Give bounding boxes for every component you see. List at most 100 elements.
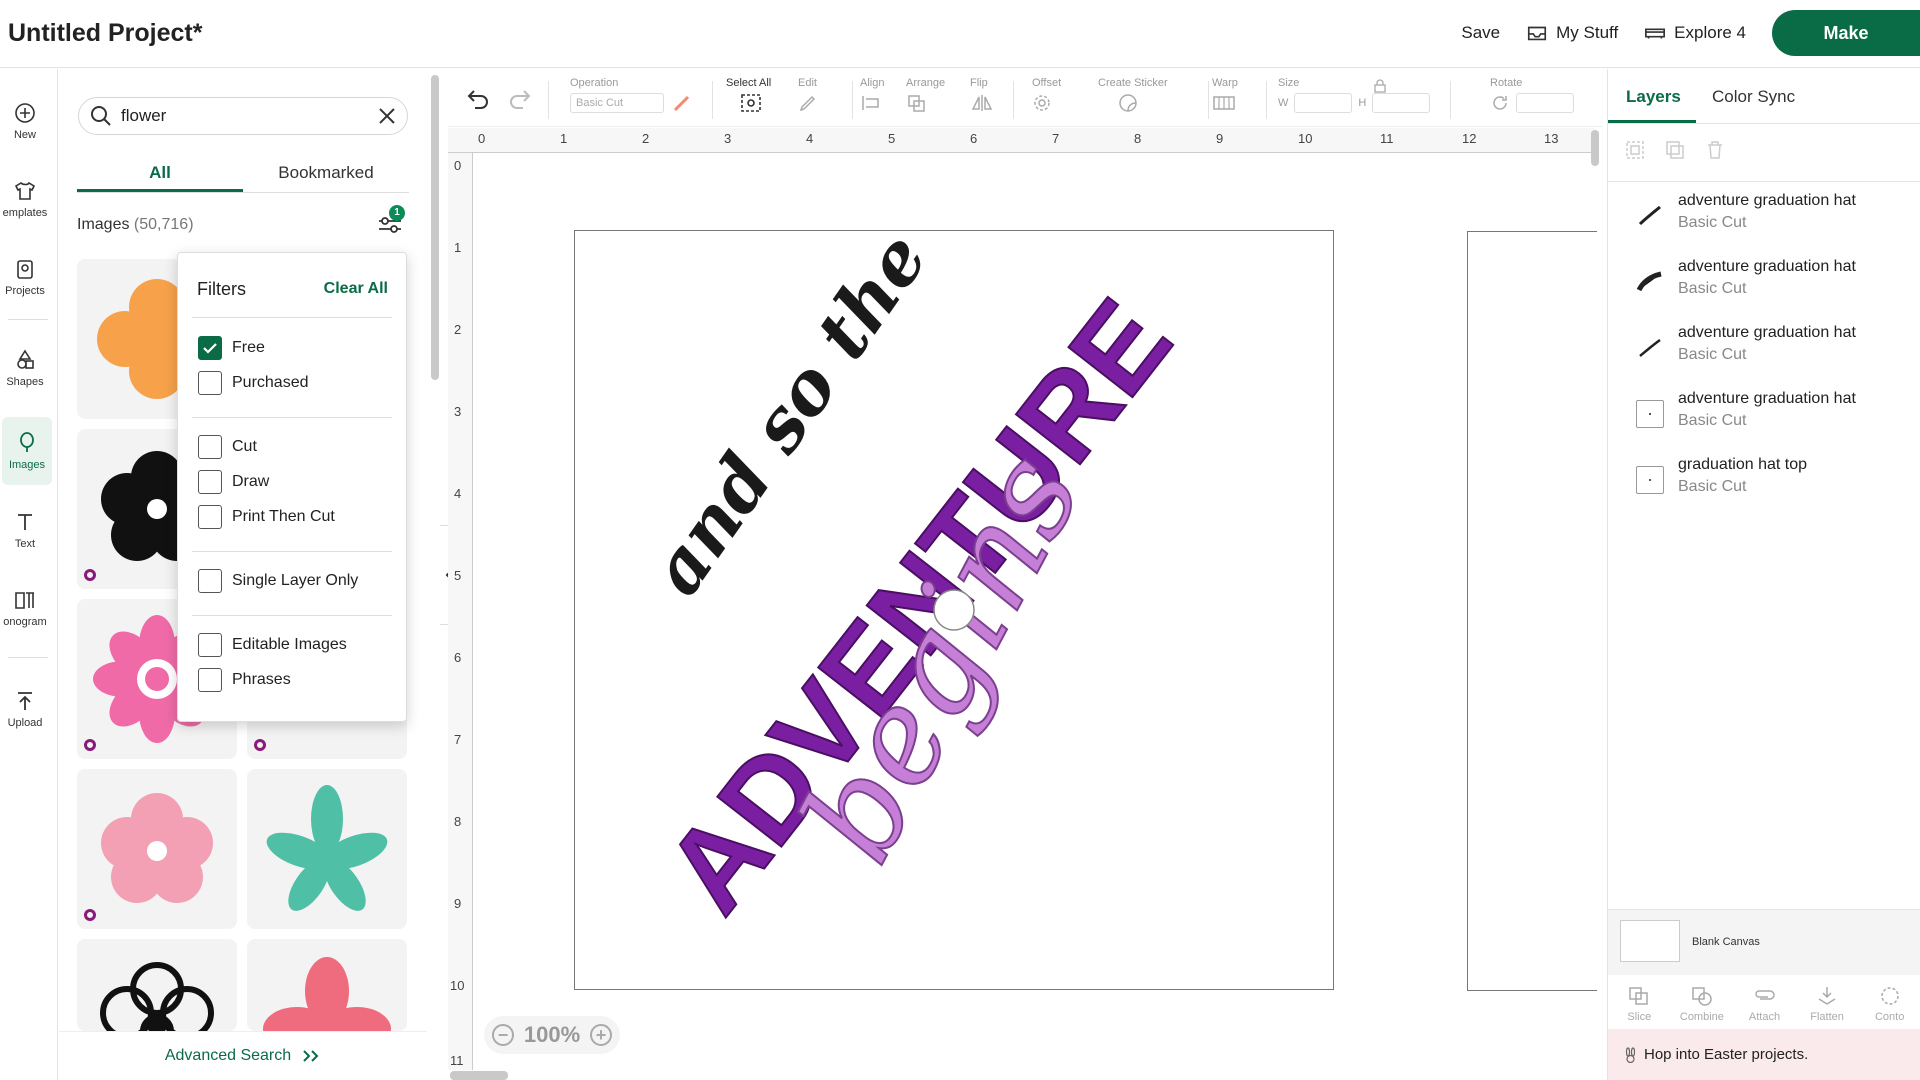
pen-color-icon[interactable] <box>672 93 692 113</box>
redo-icon[interactable] <box>508 87 532 109</box>
layer-thumbnail <box>1636 400 1664 428</box>
checkbox-icon[interactable] <box>198 668 222 692</box>
save-label: Save <box>1461 23 1501 42</box>
layer-operation: Basic Cut <box>1678 412 1747 429</box>
rail-images[interactable]: Images <box>2 417 52 485</box>
duplicate-icon[interactable] <box>1664 139 1686 161</box>
width-input[interactable] <box>1294 93 1353 113</box>
my-stuff-button[interactable]: My Stuff <box>1526 22 1618 44</box>
group-icon[interactable] <box>1624 139 1646 161</box>
filter-single-layer[interactable]: Single Layer Only <box>198 569 358 593</box>
rail-shapes[interactable]: Shapes <box>0 334 50 402</box>
toolbar-divider <box>712 81 713 119</box>
search-input[interactable] <box>121 106 377 126</box>
checkbox-icon[interactable] <box>198 505 222 529</box>
operation-select[interactable]: Basic Cut <box>570 93 664 113</box>
projects-icon <box>17 260 33 279</box>
zoom-level: 100% <box>523 1022 581 1047</box>
image-tile[interactable] <box>247 939 407 1031</box>
layers-panel: Layers Color Sync adventure graduation h… <box>1607 69 1920 1080</box>
search-icon <box>91 106 111 126</box>
search-box[interactable] <box>78 97 408 135</box>
filter-print-then-cut[interactable]: Print Then Cut <box>198 505 335 529</box>
canvas-mat-secondary[interactable] <box>1467 231 1597 991</box>
filters-divider <box>192 551 392 552</box>
rail-upload[interactable]: Upload <box>0 675 50 743</box>
filter-draw[interactable]: Draw <box>198 470 269 494</box>
select-all-group[interactable]: Select All <box>726 77 771 116</box>
blank-canvas-row[interactable]: Blank Canvas <box>1608 909 1920 975</box>
panel-scrollbar[interactable] <box>431 75 439 380</box>
image-tile[interactable] <box>247 769 407 929</box>
tab-all[interactable]: All <box>77 157 243 192</box>
rail-text[interactable]: Text <box>0 496 50 564</box>
advanced-search-link[interactable]: Advanced Search <box>59 1031 427 1080</box>
left-rail: New emplates Projects Shapes Images Text… <box>0 69 58 1080</box>
make-button[interactable]: Make <box>1772 10 1920 56</box>
layer-item[interactable]: graduation hat top Basic Cut <box>1636 456 1916 512</box>
operation-group: Operation Basic Cut <box>570 77 692 113</box>
upload-icon <box>18 692 32 710</box>
save-button[interactable]: Save <box>1461 23 1500 43</box>
filter-cut[interactable]: Cut <box>198 435 257 459</box>
ruler-number: 7 <box>1052 131 1060 146</box>
top-actions: Save My Stuff Explore 4 Make <box>1461 10 1920 56</box>
ruler-number: 11 <box>1380 131 1394 146</box>
rotation-handle[interactable] <box>933 589 975 631</box>
tab-layers[interactable]: Layers <box>1626 87 1681 107</box>
blank-canvas-swatch[interactable] <box>1620 920 1680 962</box>
rotate-label: Rotate <box>1490 77 1523 89</box>
design-artwork[interactable]: and so the ADVENTURE begins <box>574 230 1334 990</box>
flip-label: Flip <box>970 77 988 89</box>
checkbox-icon[interactable] <box>198 371 222 395</box>
lock-icon[interactable] <box>1373 79 1387 93</box>
align-group[interactable]: Align <box>860 77 890 116</box>
tab-bookmarked[interactable]: Bookmarked <box>243 157 409 192</box>
filter-editable-images[interactable]: Editable Images <box>198 633 347 657</box>
filter-phrases[interactable]: Phrases <box>198 668 291 692</box>
checkbox-icon[interactable] <box>198 435 222 459</box>
layer-item[interactable]: adventure graduation hat Basic Cut <box>1636 324 1916 380</box>
offset-group[interactable]: Offset <box>1032 77 1062 116</box>
rail-projects[interactable]: Projects <box>0 243 50 311</box>
checkbox-checked-icon[interactable] <box>198 336 222 360</box>
zoom-out-button[interactable]: − <box>492 1024 514 1046</box>
checkbox-icon[interactable] <box>198 633 222 657</box>
rotate-input[interactable] <box>1516 93 1574 113</box>
rail-monogram[interactable]: onogram <box>0 574 50 642</box>
canvas-scrollbar-vertical[interactable] <box>1591 130 1599 166</box>
image-tile[interactable] <box>77 939 237 1031</box>
layer-thumbnail <box>1636 202 1664 230</box>
size-label: Size <box>1278 77 1300 89</box>
promo-banner[interactable]: Hop into Easter projects. <box>1608 1029 1920 1080</box>
checkbox-icon[interactable] <box>198 569 222 593</box>
arrange-group[interactable]: Arrange <box>906 77 945 116</box>
close-icon[interactable] <box>377 106 397 126</box>
undo-icon[interactable] <box>466 87 490 109</box>
explore-button[interactable]: Explore 4 <box>1644 22 1746 44</box>
filter-purchased[interactable]: Purchased <box>198 371 309 395</box>
checkbox-icon[interactable] <box>198 470 222 494</box>
warp-group[interactable]: Warp <box>1212 77 1248 116</box>
layer-item[interactable]: adventure graduation hat Basic Cut <box>1636 390 1916 446</box>
create-sticker-label: Create Sticker <box>1098 77 1168 89</box>
project-title[interactable]: Untitled Project* <box>8 19 202 48</box>
filter-free[interactable]: Free <box>198 336 265 360</box>
contour-icon <box>1880 987 1899 1005</box>
tab-color-sync[interactable]: Color Sync <box>1712 87 1795 107</box>
zoom-in-button[interactable]: + <box>590 1024 612 1046</box>
flip-group[interactable]: Flip <box>970 77 1000 116</box>
edit-badge-icon <box>84 569 96 581</box>
height-input[interactable] <box>1372 93 1431 113</box>
layer-item[interactable]: adventure graduation hat Basic Cut <box>1636 258 1916 314</box>
ruler-number: 5 <box>888 131 896 146</box>
rail-new[interactable]: New <box>0 87 50 155</box>
image-tile[interactable] <box>77 769 237 929</box>
trash-icon[interactable] <box>1704 139 1726 161</box>
layer-item[interactable]: adventure graduation hat Basic Cut <box>1636 192 1916 248</box>
create-sticker-group[interactable]: Create Sticker <box>1098 77 1168 116</box>
edit-group[interactable]: Edit <box>798 77 824 116</box>
clear-all-button[interactable]: Clear All <box>324 280 388 298</box>
canvas-scrollbar-horizontal[interactable] <box>450 1071 508 1080</box>
rail-templates[interactable]: emplates <box>0 165 50 233</box>
